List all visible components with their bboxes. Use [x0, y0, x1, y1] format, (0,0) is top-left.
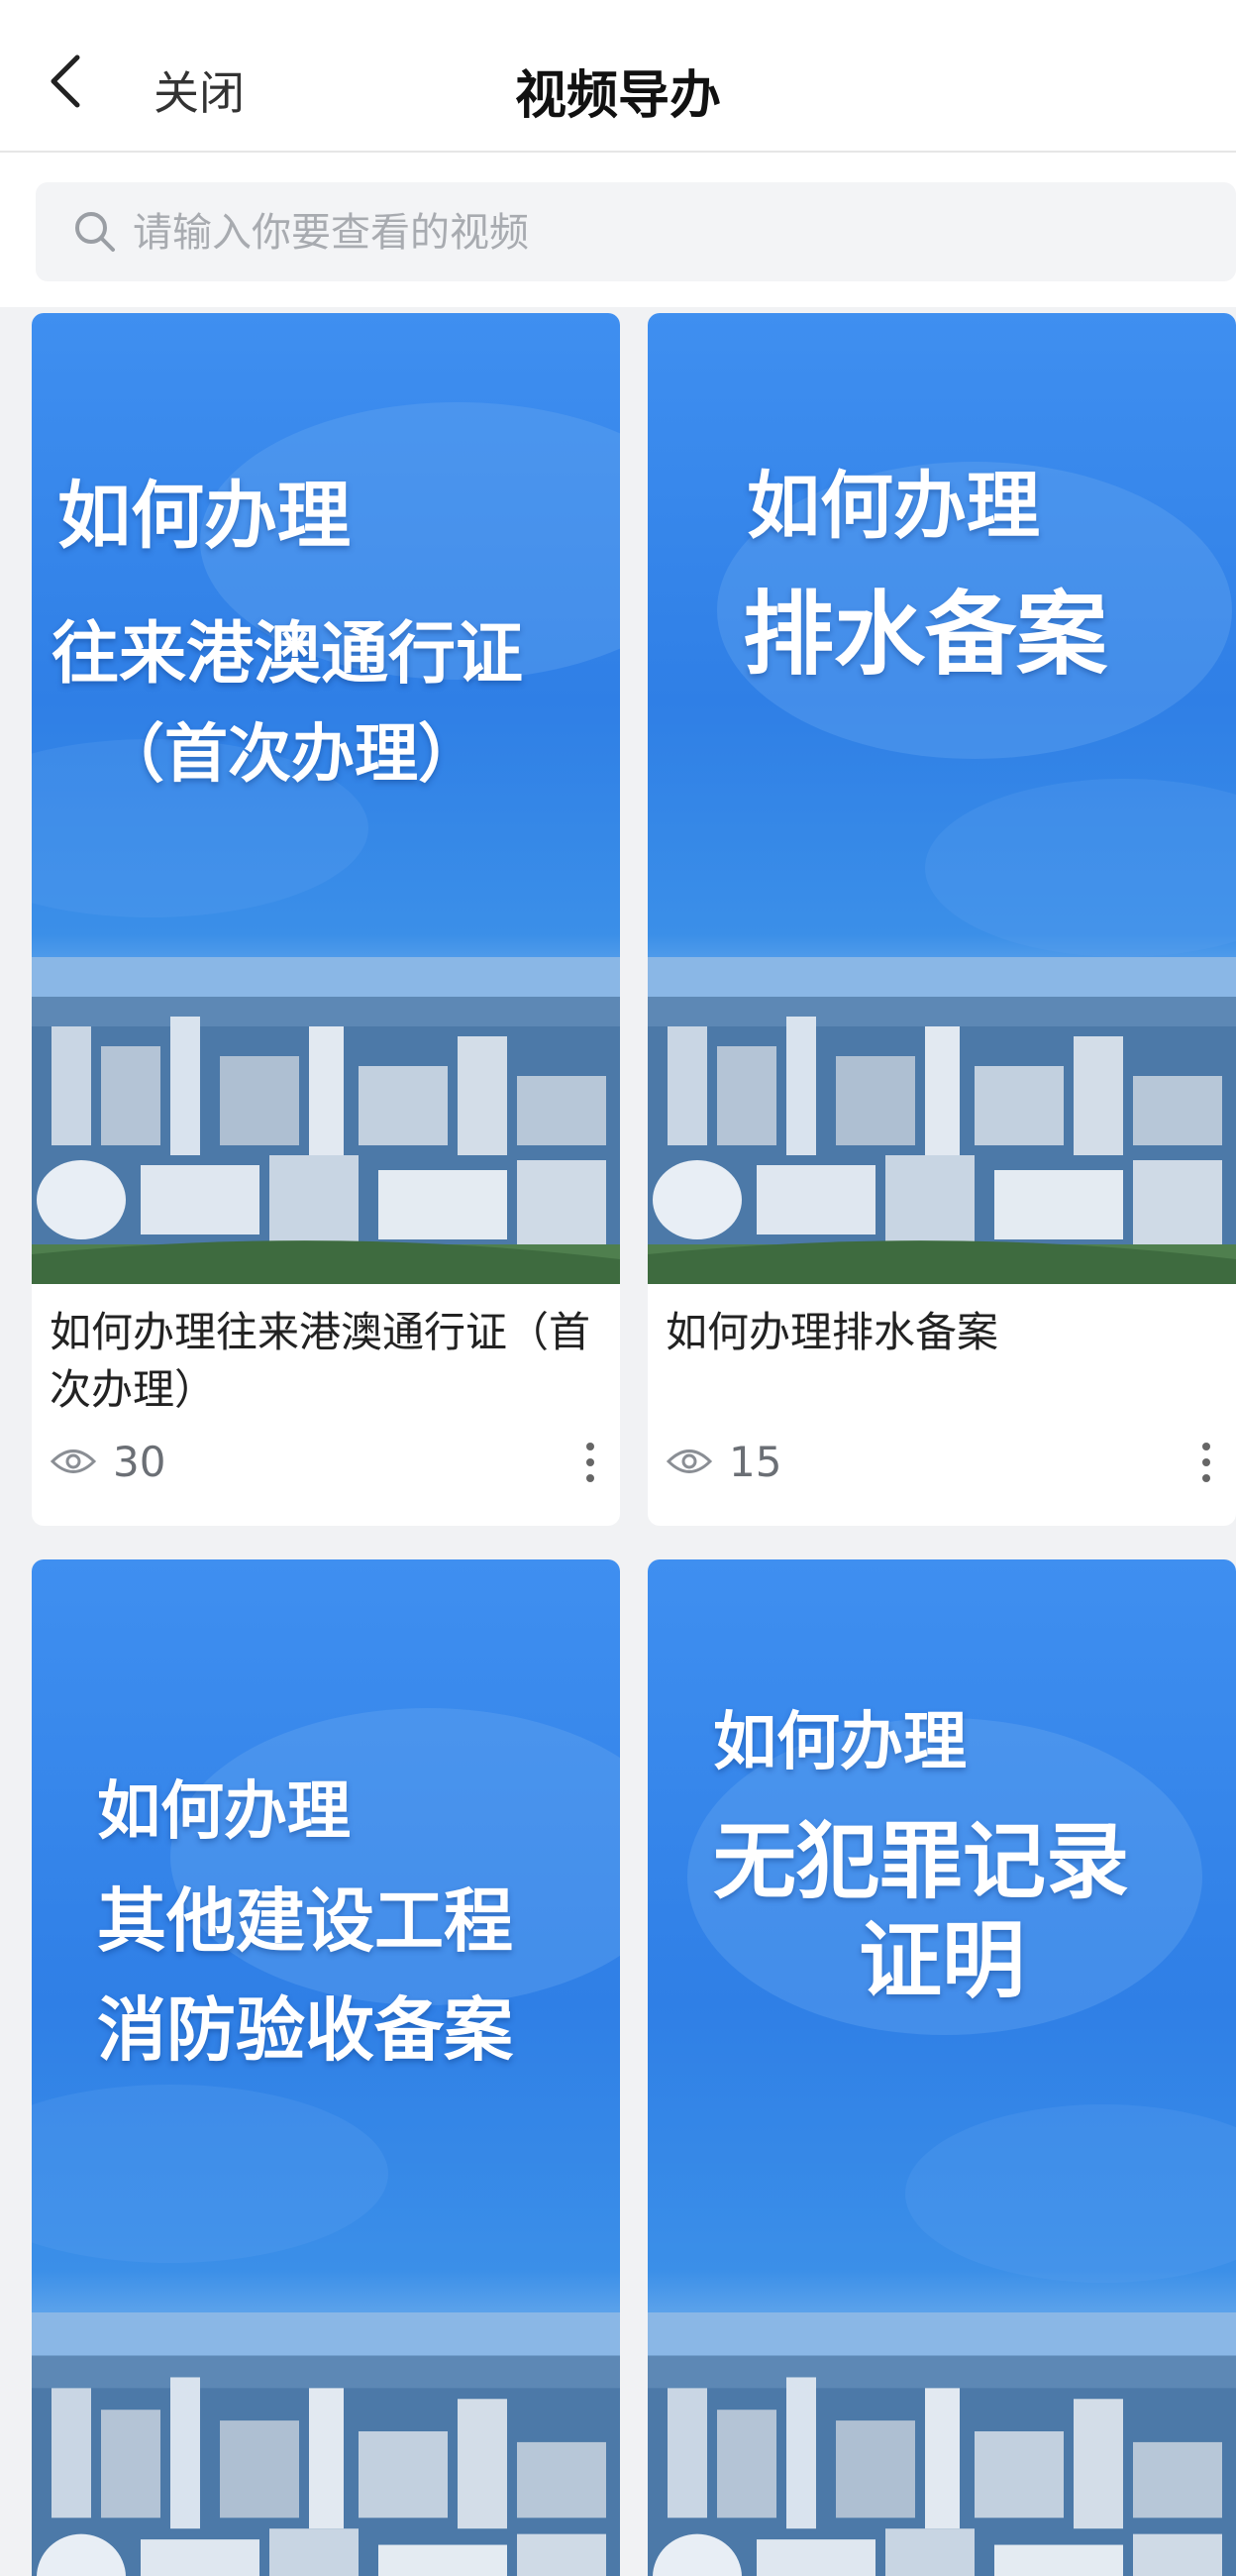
video-card[interactable]: 如何办理 无犯罪记录 证明: [648, 1559, 1236, 2576]
more-vertical-icon[interactable]: [582, 1439, 598, 1486]
search-icon: [75, 212, 115, 252]
video-card[interactable]: 如何办理 其他建设工程 消防验收备案: [32, 1559, 620, 2576]
more-vertical-icon[interactable]: [1198, 1439, 1214, 1486]
page-title: 视频导办: [514, 66, 721, 126]
eye-icon: [50, 1449, 97, 1473]
eye-icon: [666, 1449, 713, 1473]
cover-line: 证明: [858, 1912, 1025, 2009]
video-cover[interactable]: 如何办理 排水备案: [648, 313, 1236, 1284]
search-bar: [0, 153, 1236, 307]
cover-line: 如何办理: [747, 464, 1040, 549]
view-count: 15: [729, 1438, 782, 1486]
city-skyline-image: [32, 957, 620, 1284]
top-navigation-bar: 关闭 视频导办: [0, 0, 1236, 153]
video-title[interactable]: 如何办理排水备案: [666, 1304, 1220, 1361]
video-cover[interactable]: 如何办理 其他建设工程 消防验收备案: [32, 1559, 620, 2576]
cover-line: 排水备案: [743, 582, 1108, 688]
video-title[interactable]: 如何办理往来港澳通行证（首次办理）: [50, 1304, 604, 1419]
city-skyline-image: [648, 2312, 1236, 2576]
cover-line: 消防验收备案: [97, 1989, 513, 2071]
cover-line: 其他建设工程: [97, 1880, 513, 1962]
city-skyline-image: [648, 957, 1236, 1284]
video-cover[interactable]: 如何办理 往来港澳通行证 （首次办理）: [32, 313, 620, 1284]
cover-line: （首次办理）: [101, 718, 481, 792]
video-grid: 如何办理 往来港澳通行证 （首次办理） 如何办理往来港澳通行证（首次办理） 30…: [0, 313, 1236, 2576]
video-meta: 15: [666, 1435, 1220, 1490]
cover-line: 如何办理: [57, 474, 351, 559]
cover-line: 无犯罪记录: [713, 1813, 1130, 1910]
video-card[interactable]: 如何办理 排水备案 如何办理排水备案 15: [648, 313, 1236, 1526]
video-meta: 30: [50, 1435, 604, 1490]
search-box[interactable]: [36, 182, 1236, 281]
cover-line: 往来港澳通行证: [52, 615, 524, 694]
city-skyline-image: [32, 2312, 620, 2576]
cover-line: 如何办理: [713, 1706, 967, 1779]
search-input[interactable]: [131, 198, 1204, 268]
video-cover[interactable]: 如何办理 无犯罪记录 证明: [648, 1559, 1236, 2576]
video-card[interactable]: 如何办理 往来港澳通行证 （首次办理） 如何办理往来港澳通行证（首次办理） 30: [32, 313, 620, 1526]
cover-line: 如何办理: [97, 1775, 351, 1849]
view-count: 30: [113, 1438, 166, 1486]
